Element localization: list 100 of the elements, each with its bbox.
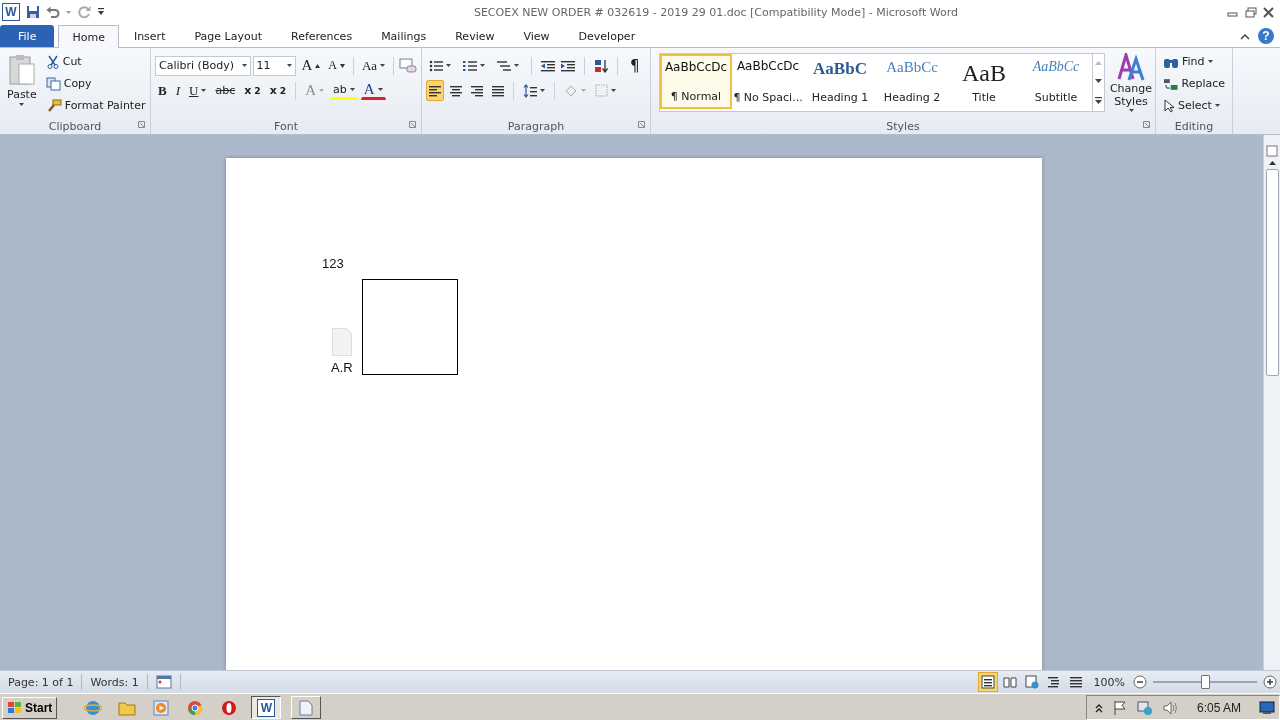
ribbon-tab[interactable]: Page Layout — [180, 25, 276, 47]
italic-button[interactable]: I — [172, 80, 183, 101]
font-size-field[interactable]: 11 — [252, 55, 297, 76]
desktop-icon — [1259, 700, 1275, 715]
select-button[interactable]: Select — [1160, 95, 1228, 116]
caret-icon — [287, 64, 293, 67]
save-icon — [26, 5, 40, 19]
caret-icon — [380, 64, 386, 67]
window-title: SECOEX NEW ORDER # 032619 - 2019 29 01.doc [Compatibility Mode] - Microsoft Word — [472, 5, 960, 19]
start-button[interactable]: Start — [2, 696, 58, 719]
ruler-icon — [1266, 145, 1278, 157]
down-caret-icon — [339, 63, 345, 68]
replace-button[interactable]: Replace — [1160, 73, 1228, 94]
caret-icon — [446, 64, 451, 67]
group-label: Paragraph — [507, 120, 565, 133]
globe-icon — [84, 698, 103, 717]
font-family-field[interactable]: Calibri (Body) — [155, 55, 251, 76]
decrease-indent-icon — [541, 59, 555, 72]
page-layout-icon — [980, 675, 995, 689]
bold-button[interactable]: B — [155, 80, 170, 101]
scroll-thumb[interactable] — [1265, 169, 1279, 376]
slider-thumb[interactable] — [1201, 675, 1210, 689]
group-label: Clipboard — [48, 120, 102, 133]
borders-icon — [595, 84, 608, 97]
shrink-font-button[interactable]: A — [325, 55, 348, 76]
launcher-icon — [638, 121, 645, 128]
ribbon-tab[interactable]: Home — [58, 25, 119, 48]
styles-icon — [1116, 53, 1146, 81]
copy-button[interactable]: Copy — [42, 73, 149, 94]
taskbar-button[interactable] — [291, 696, 322, 719]
scrollbar[interactable] — [1263, 135, 1280, 670]
ribbon-tab[interactable]: File — [0, 25, 55, 47]
ribbon-tab[interactable]: View — [509, 25, 564, 47]
style-option[interactable]: AaBbCcDc ¶ Normal — [660, 54, 732, 109]
ribbon-tab[interactable]: Developer — [564, 25, 650, 47]
underline-button[interactable]: U — [186, 80, 210, 101]
scroll-down-icon — [1095, 79, 1102, 83]
speaker-icon — [1162, 699, 1179, 716]
sort-icon — [594, 58, 608, 73]
folder-icon — [118, 699, 137, 716]
outline-icon — [1046, 675, 1061, 689]
caret-icon — [241, 64, 247, 67]
play-icon — [153, 699, 170, 716]
word-icon: W — [257, 698, 276, 717]
launcher-icon — [138, 121, 145, 128]
numbering-icon — [463, 59, 477, 72]
view-button[interactable] — [977, 672, 998, 692]
font-color-button[interactable]: A — [360, 81, 386, 100]
close-icon — [1263, 6, 1274, 18]
clipboard-icon — [7, 54, 36, 86]
find-button[interactable]: Find — [1160, 51, 1228, 72]
align-button[interactable] — [426, 80, 444, 101]
multilevel-list-icon — [497, 59, 511, 72]
proofing-icon — [155, 675, 172, 689]
caret-icon — [349, 88, 355, 91]
object-label: A.R — [331, 360, 353, 375]
redo-icon — [77, 5, 91, 19]
caret-icon — [514, 64, 519, 67]
caret-icon — [581, 89, 586, 92]
opera-icon — [221, 699, 238, 716]
cut-button[interactable]: Cut — [42, 51, 149, 72]
flag-icon — [1112, 699, 1127, 716]
globe-page-icon — [1024, 675, 1039, 689]
caret-icon — [377, 88, 383, 91]
align-justify-icon — [492, 84, 504, 97]
word-count: Words: 1 — [82, 674, 148, 690]
draft-icon — [1068, 675, 1083, 689]
scissors-icon — [45, 54, 60, 69]
scroll-up-icon — [1268, 161, 1276, 165]
grow-font-button[interactable]: A — [298, 55, 324, 76]
chrome-icon — [187, 699, 204, 716]
network-icon — [1136, 699, 1153, 716]
change-styles-button[interactable]: Change Styles — [1108, 51, 1154, 117]
ribbon-tab[interactable]: Insert — [119, 25, 180, 47]
show-hidden-icon — [1094, 702, 1103, 713]
painter-button[interactable]: Format Painter — [42, 95, 149, 116]
caret-icon — [19, 103, 25, 106]
bullets-icon — [429, 59, 443, 72]
show-formatting-button[interactable]: ¶ — [627, 55, 643, 76]
paste-button[interactable]: Paste — [4, 51, 40, 117]
taskbar-button[interactable]: W — [251, 696, 282, 719]
help-button[interactable]: ? — [1258, 28, 1274, 44]
caret-icon — [319, 89, 324, 92]
group-label: Styles — [886, 120, 920, 133]
ribbon-tab[interactable]: Mailings — [367, 25, 441, 47]
customize-icon — [97, 7, 105, 17]
strikethrough-button[interactable]: abc — [212, 80, 239, 101]
caret-icon — [1128, 109, 1134, 112]
highlight-button[interactable]: ab — [330, 81, 358, 100]
paintbrush-icon — [45, 98, 62, 113]
open-book-icon — [1002, 675, 1017, 689]
change-case-button[interactable]: Aa — [358, 55, 389, 76]
more-icon — [1095, 97, 1102, 104]
zoom-out-icon — [1133, 675, 1147, 689]
caret-icon — [201, 89, 207, 92]
body-text: 123 — [322, 256, 344, 271]
ribbon-tab[interactable]: Review — [441, 25, 509, 47]
scroll-up-icon — [1095, 61, 1102, 65]
ribbon-tab[interactable]: References — [277, 25, 367, 47]
restore-icon — [1245, 6, 1257, 18]
